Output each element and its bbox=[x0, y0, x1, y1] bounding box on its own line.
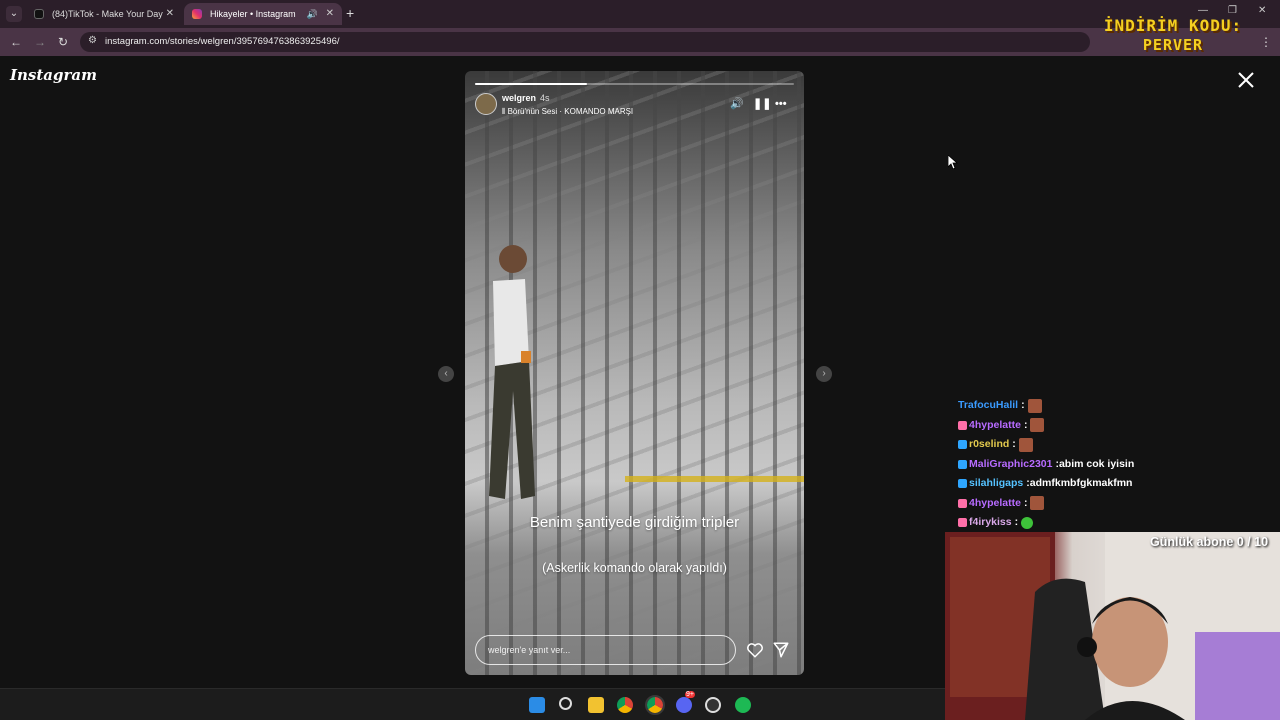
chat-separator: : bbox=[1012, 438, 1016, 451]
instagram-favicon-icon bbox=[192, 9, 202, 19]
chat-emote-icon bbox=[1030, 418, 1045, 433]
chrome-active-icon[interactable] bbox=[645, 695, 665, 715]
chat-separator: : bbox=[1021, 399, 1025, 412]
floor-stripe bbox=[625, 476, 804, 482]
window-close-icon[interactable]: ✕ bbox=[1258, 5, 1266, 16]
tab-close-icon[interactable]: ✕ bbox=[166, 3, 174, 25]
chat-badge-icon bbox=[958, 518, 967, 528]
story-time: 4s bbox=[540, 93, 550, 103]
chat-separator: : bbox=[1014, 516, 1019, 529]
tab-search-button[interactable]: ⌄ bbox=[6, 6, 22, 22]
tiktok-favicon-icon bbox=[34, 9, 44, 19]
chat-emote-icon bbox=[1021, 516, 1034, 529]
discord-badge: 9+ bbox=[685, 691, 695, 698]
story-viewer[interactable]: welgren 4s ⫴ Börü'nün Sesi · KOMANDO MAR… bbox=[465, 71, 804, 675]
chat-message: silahligaps: admfkmbfgkmakfmn bbox=[958, 474, 1278, 494]
mouse-cursor-icon bbox=[948, 155, 958, 169]
chat-username[interactable]: 4hypelatte bbox=[969, 495, 1021, 512]
reply-input[interactable] bbox=[488, 642, 723, 658]
chat-message: 4hypelatte: bbox=[958, 416, 1278, 436]
send-icon[interactable] bbox=[772, 641, 790, 659]
chat-message: r0selind: bbox=[958, 435, 1278, 455]
story-person-figure bbox=[489, 245, 535, 499]
story-audio-label[interactable]: ⫴ Börü'nün Sesi · KOMANDO MARŞI bbox=[502, 107, 633, 117]
back-icon[interactable]: ← bbox=[10, 34, 22, 50]
file-explorer-icon[interactable] bbox=[588, 697, 604, 713]
spotify-icon[interactable] bbox=[735, 697, 751, 713]
site-info-icon[interactable]: ⚙ bbox=[88, 35, 97, 46]
tab-instagram[interactable]: Hikayeler • Instagram 🔊 ✕ bbox=[184, 3, 342, 25]
story-caption-sub: (Askerlik komando olarak yapıldı) bbox=[542, 561, 727, 575]
chat-badge-icon bbox=[958, 420, 967, 430]
windows-taskbar: 9+ bbox=[0, 688, 945, 720]
story-progress-bar bbox=[475, 83, 794, 85]
chat-separator: : bbox=[1023, 496, 1028, 509]
promo-line-1: İNDİRİM KODU: bbox=[1103, 16, 1243, 35]
address-bar[interactable]: ⚙ instagram.com/stories/welgren/39576947… bbox=[80, 32, 1090, 52]
chat-message: f4irykiss: bbox=[958, 513, 1278, 533]
reload-icon[interactable]: ↻ bbox=[58, 34, 68, 50]
story-caption-main: Benim şantiyede girdiğim tripler bbox=[529, 514, 740, 531]
chat-badge-icon bbox=[958, 459, 967, 469]
chat-message: 4hypelatte: bbox=[958, 494, 1278, 514]
search-icon[interactable] bbox=[559, 697, 572, 710]
heart-icon[interactable] bbox=[746, 641, 764, 659]
stream-chat-overlay: TrafocuHalil: 4hypelatte: r0selind: Mali… bbox=[958, 396, 1278, 533]
story-reply-box[interactable] bbox=[475, 635, 736, 665]
chat-username[interactable]: f4irykiss bbox=[969, 514, 1012, 531]
chat-username[interactable]: r0selind bbox=[969, 436, 1009, 453]
story-username[interactable]: welgren bbox=[502, 93, 536, 103]
restore-icon[interactable]: ❐ bbox=[1228, 5, 1237, 16]
next-story-button[interactable]: › bbox=[816, 366, 832, 382]
chat-message: TrafocuHalil: bbox=[958, 396, 1278, 416]
chat-separator: : bbox=[1023, 418, 1028, 431]
pause-icon[interactable]: ❚❚ bbox=[753, 98, 771, 110]
discord-icon[interactable]: 9+ bbox=[676, 691, 695, 713]
url-text[interactable]: instagram.com/stories/welgren/3957694763… bbox=[105, 36, 340, 47]
chat-badge-icon bbox=[958, 479, 967, 489]
chat-message: MaliGraphic2301: abim cok iyisin bbox=[958, 455, 1278, 475]
new-tab-button[interactable]: + bbox=[346, 5, 354, 21]
avatar[interactable] bbox=[475, 93, 497, 115]
promo-line-2: PERVER bbox=[1142, 36, 1204, 54]
audio-playing-icon[interactable]: 🔊 bbox=[307, 3, 318, 25]
tab-close-icon[interactable]: ✕ bbox=[326, 3, 334, 25]
previous-story-button[interactable]: ‹ bbox=[438, 366, 454, 382]
chat-text: admfkmbfgkmakfmn bbox=[1029, 477, 1133, 490]
forward-icon[interactable]: → bbox=[34, 34, 46, 50]
chat-emote-icon bbox=[1027, 398, 1042, 413]
volume-icon[interactable]: 🔊 bbox=[730, 98, 744, 110]
browser-toolbar: ← → ↻ ⚙ instagram.com/stories/welgren/39… bbox=[0, 28, 1280, 56]
chat-emote-icon bbox=[1018, 437, 1033, 452]
chat-username[interactable]: TrafocuHalil bbox=[958, 397, 1018, 414]
tab-tiktok[interactable]: (84)TikTok - Make Your Day ✕ bbox=[26, 3, 182, 25]
chat-badge-icon bbox=[958, 498, 967, 508]
audio-title: Börü'nün Sesi · KOMANDO MARŞI bbox=[507, 107, 634, 116]
tab-title: Hikayeler • Instagram bbox=[210, 9, 296, 19]
chat-text: abim cok iyisin bbox=[1058, 457, 1135, 470]
instagram-logo[interactable]: Instagram bbox=[10, 66, 97, 84]
chat-username[interactable]: MaliGraphic2301 bbox=[969, 456, 1052, 473]
story-progress-fill bbox=[475, 83, 587, 85]
chat-username[interactable]: silahligaps bbox=[969, 475, 1023, 492]
obs-icon[interactable] bbox=[705, 697, 721, 713]
tab-title: (84)TikTok - Make Your Day bbox=[52, 9, 163, 19]
webcam-feed bbox=[945, 532, 1280, 720]
subscriber-goal: Günlük abone 0 / 10 bbox=[1150, 535, 1269, 549]
browser-tab-bar: ⌄ (84)TikTok - Make Your Day ✕ Hikayeler… bbox=[0, 0, 1280, 28]
chat-emote-icon bbox=[1030, 496, 1045, 511]
minimize-icon[interactable]: — bbox=[1198, 5, 1208, 16]
windows-start-icon[interactable] bbox=[529, 697, 545, 713]
chat-badge-icon bbox=[958, 440, 967, 450]
chat-username[interactable]: 4hypelatte bbox=[969, 417, 1021, 434]
close-story-icon[interactable] bbox=[1236, 70, 1256, 90]
browser-menu-icon[interactable]: ⋮ bbox=[1260, 34, 1272, 50]
more-options-icon[interactable]: ••• bbox=[775, 98, 787, 110]
chrome-icon[interactable] bbox=[617, 697, 633, 713]
